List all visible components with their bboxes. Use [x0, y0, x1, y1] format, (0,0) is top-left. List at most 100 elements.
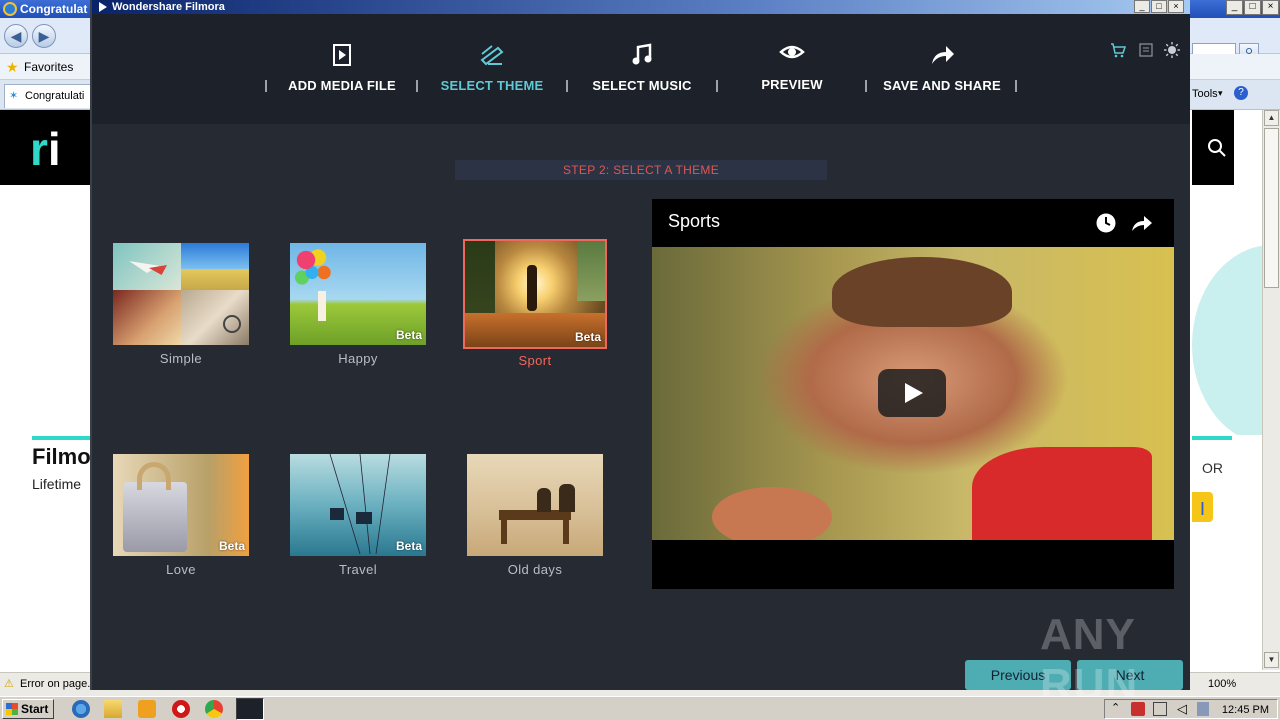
filmora-window: Wondershare Filmora _ □ × ADD MEDIA FILE… — [90, 0, 1190, 690]
theme-thumbnail: Beta — [290, 454, 426, 556]
ie-close-button[interactable]: × — [1262, 0, 1279, 15]
theme-card-simple[interactable]: Simple — [111, 243, 251, 366]
watermark-text: ANY RUN — [1040, 610, 1139, 709]
filmora-taskbar-icon[interactable] — [236, 698, 264, 720]
theme-name: Sport — [518, 353, 552, 368]
step-add-media-file[interactable]: ADD MEDIA FILE — [267, 14, 417, 124]
theme-thumbnail: Beta — [113, 454, 249, 556]
tools-chevron-icon[interactable]: ▾ — [1218, 88, 1223, 99]
filmora-app-icon — [99, 2, 107, 12]
help-icon[interactable]: ? — [1234, 86, 1248, 100]
site-or-text: OR — [1202, 460, 1223, 476]
menu-icon[interactable] — [1138, 42, 1154, 58]
ie-tab[interactable]: ✶ Congratulati — [4, 84, 94, 108]
tools-menu[interactable]: Tools — [1192, 88, 1218, 100]
taskbar-clock[interactable]: 12:45 PM — [1222, 702, 1269, 718]
volume-icon[interactable]: ◁ — [1177, 701, 1187, 717]
tab-favicon-icon: ✶ — [9, 90, 19, 102]
ie-minimize-button[interactable]: _ — [1226, 0, 1243, 15]
site-subheading: Lifetime — [32, 476, 82, 492]
theme-name: Simple — [159, 351, 203, 366]
forward-icon[interactable]: ▶ — [32, 24, 56, 48]
site-logo[interactable]: ri — [30, 126, 61, 172]
step-select-music[interactable]: SELECT MUSIC — [567, 14, 717, 124]
tray-expand-icon[interactable]: ⌃ — [1111, 701, 1120, 714]
cart-icon[interactable] — [1110, 42, 1126, 58]
media-player-taskbar-icon[interactable] — [138, 700, 156, 718]
flag-tray-icon[interactable] — [1197, 702, 1209, 716]
wizard-steps-header: ADD MEDIA FILE SELECT THEME SELECT MUSIC… — [92, 14, 1190, 124]
theme-name: Old days — [507, 562, 563, 577]
theme-thumbnail — [113, 243, 249, 345]
theme-name: Travel — [338, 562, 378, 577]
play-button[interactable] — [878, 369, 946, 417]
monitor-icon[interactable] — [1153, 702, 1167, 716]
opera-taskbar-icon[interactable] — [172, 700, 190, 718]
theme-card-love[interactable]: Beta Love — [111, 454, 251, 577]
theme-card-old-days[interactable]: Old days — [465, 454, 605, 577]
theme-card-happy[interactable]: Beta Happy — [288, 243, 428, 366]
beta-badge: Beta — [574, 330, 601, 344]
theme-card-sport[interactable]: Beta Sport — [463, 239, 607, 368]
step-save-and-share[interactable]: SAVE AND SHARE — [867, 14, 1017, 124]
clock-icon[interactable] — [1096, 213, 1116, 233]
favorites-button[interactable]: Favorites — [24, 54, 73, 80]
filmora-window-controls: _ □ × — [1128, 0, 1188, 14]
start-label: Start — [21, 702, 49, 716]
step-label: PREVIEW — [761, 77, 823, 92]
music-icon — [632, 43, 652, 65]
share-icon[interactable] — [1130, 213, 1154, 233]
scroll-up-icon[interactable]: ▲ — [1264, 110, 1279, 126]
ie-maximize-button[interactable]: □ — [1244, 0, 1261, 15]
site-heading: Filmo — [32, 444, 91, 469]
share-arrow-icon — [932, 46, 954, 64]
start-button[interactable]: Start — [2, 699, 54, 719]
ie-taskbar-icon[interactable] — [72, 700, 90, 718]
filmora-close-button[interactable]: × — [1168, 0, 1184, 13]
zoom-level[interactable]: 100% — [1208, 673, 1236, 695]
theme-thumbnail: Beta — [290, 243, 426, 345]
favorites-star-icon: ★ — [6, 59, 19, 75]
ie-tab-label: Congratulati — [25, 90, 85, 102]
step-select-theme[interactable]: SELECT THEME — [417, 14, 567, 124]
theme-thumbnail — [467, 454, 603, 556]
theme-card-travel[interactable]: Beta Travel — [288, 454, 428, 577]
step-label: SELECT MUSIC — [592, 78, 692, 93]
brightness-icon[interactable] — [1164, 42, 1180, 58]
warning-icon: ⚠ — [4, 678, 14, 690]
site-search-icon[interactable] — [1207, 138, 1227, 158]
site-buy-button[interactable]: | — [1192, 492, 1213, 522]
step-label: SELECT THEME — [440, 78, 544, 93]
system-tray: ⌃ ◁ 12:45 PM — [1104, 699, 1278, 719]
back-icon[interactable]: ◀ — [4, 24, 28, 48]
beta-badge: Beta — [218, 539, 245, 553]
step-banner: STEP 2: SELECT A THEME — [455, 160, 827, 180]
scroll-down-icon[interactable]: ▼ — [1264, 652, 1279, 668]
theme-preview-panel: Sports — [652, 199, 1174, 589]
site-accent-bar — [1192, 436, 1232, 440]
beta-badge: Beta — [395, 539, 422, 553]
windows-taskbar: Start ⌃ ◁ 12:45 PM — [0, 696, 1280, 720]
windows-flag-icon — [6, 703, 18, 715]
theme-icon — [480, 45, 504, 66]
theme-selection-panel: STEP 2: SELECT A THEME Simple Beta Happy — [92, 124, 1190, 690]
site-logo-area: ri — [0, 110, 90, 185]
theme-name: Love — [166, 562, 196, 577]
ie-scrollbar[interactable]: ▲ ▼ — [1262, 110, 1280, 670]
step-preview[interactable]: PREVIEW — [717, 14, 867, 124]
scroll-thumb[interactable] — [1264, 128, 1279, 288]
filmora-maximize-button[interactable]: □ — [1151, 0, 1167, 13]
step-label: SAVE AND SHARE — [883, 78, 1001, 93]
preview-title: Sports — [668, 211, 721, 231]
ie-logo-icon — [3, 2, 17, 16]
preview-video[interactable] — [652, 247, 1174, 540]
ie-window-controls: _ □ × — [1190, 0, 1280, 18]
folder-taskbar-icon[interactable] — [104, 700, 122, 718]
ie-window-title: Congratulat — [20, 2, 88, 16]
beta-badge: Beta — [395, 328, 422, 342]
filmora-minimize-button[interactable]: _ — [1134, 0, 1150, 13]
chrome-taskbar-icon[interactable] — [205, 700, 223, 718]
step-label: ADD MEDIA FILE — [288, 78, 396, 93]
theme-thumbnail: Beta — [463, 239, 607, 349]
network-icon[interactable] — [1131, 702, 1145, 716]
